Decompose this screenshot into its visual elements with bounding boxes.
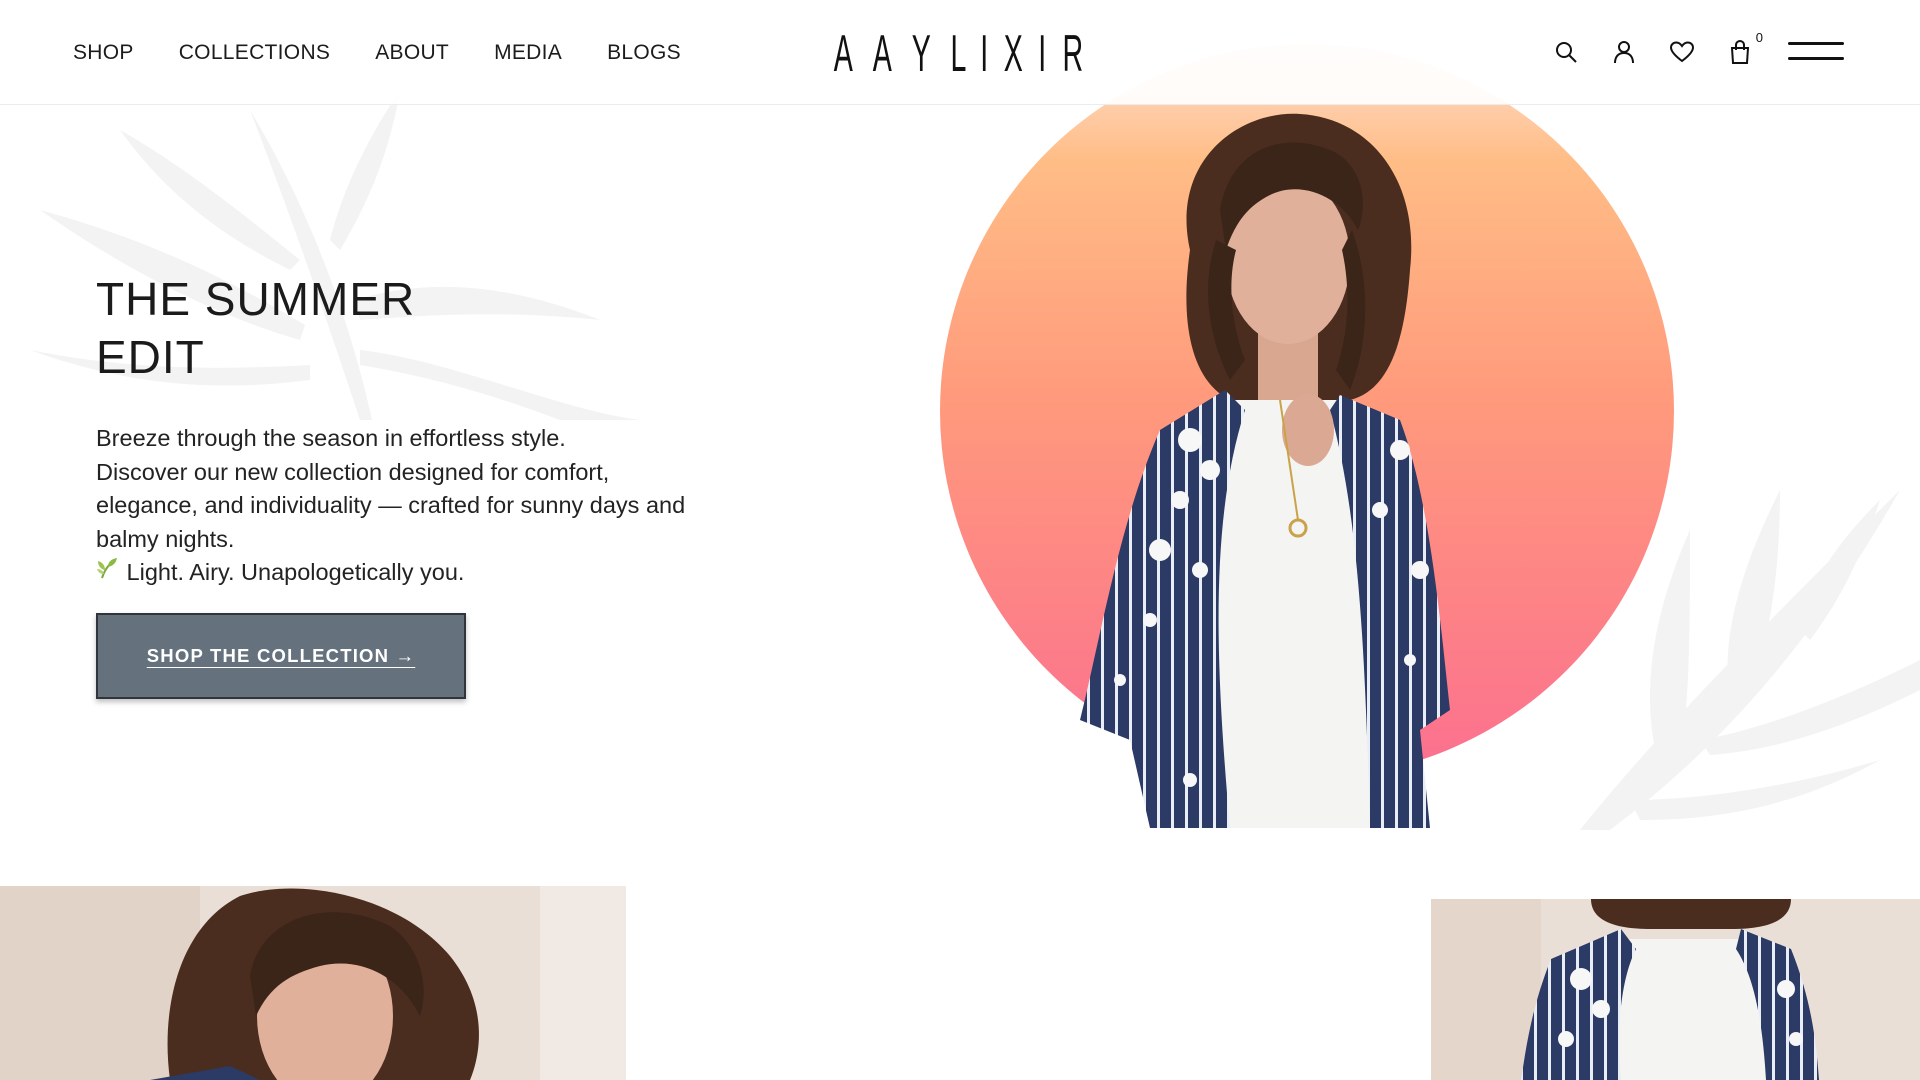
hero-description-line: balmy nights. [96, 525, 235, 552]
logo-letter: Y [912, 25, 932, 83]
hero-title: THE SUMMER EDIT [96, 270, 796, 386]
cart-count-badge: 0 [1755, 30, 1763, 45]
logo-letter: L [950, 25, 967, 83]
nav-media[interactable]: MEDIA [494, 41, 562, 65]
logo-letter: I [980, 25, 989, 83]
hero-description-line: Breeze through the season in effortless … [96, 425, 566, 451]
hero-content: THE SUMMER EDIT Breeze through the seaso… [96, 270, 796, 590]
shop-collection-label: SHOP THE COLLECTION → [146, 645, 416, 666]
hamburger-menu-icon[interactable] [1788, 40, 1844, 62]
logo-letter: A [873, 25, 893, 83]
hero-description: Breeze through the season in effortless … [96, 422, 796, 590]
hero-description-line: Discover our new collection designed for… [96, 458, 610, 485]
shop-collection-button[interactable]: SHOP THE COLLECTION → [96, 613, 466, 699]
hero-title-line: EDIT [96, 331, 205, 383]
model-portrait-photo [0, 886, 626, 1080]
product-tile-portrait[interactable] [0, 886, 626, 1080]
logo-letter: A [833, 25, 853, 83]
heart-icon[interactable] [1669, 39, 1695, 65]
brand-logo[interactable]: A A Y L I X I R [826, 26, 1092, 82]
product-tile-kimono[interactable] [1431, 899, 1920, 1080]
hero-tagline-text: Light. Airy. Unapologetically you. [126, 559, 465, 585]
user-icon[interactable] [1611, 39, 1637, 65]
nav-about[interactable]: ABOUT [375, 41, 449, 65]
hero-title-line: THE SUMMER [96, 273, 416, 325]
nav-blogs[interactable]: BLOGS [607, 41, 681, 65]
main-nav: SHOP COLLECTIONS ABOUT MEDIA BLOGS [73, 0, 681, 105]
nav-collections[interactable]: COLLECTIONS [179, 41, 331, 65]
site-header: SHOP COLLECTIONS ABOUT MEDIA BLOGS A A Y… [0, 0, 1920, 105]
logo-letter: I [1038, 25, 1047, 83]
logo-letter: R [1062, 25, 1084, 83]
hero-tagline: Light. Airy. Unapologetically you. [96, 556, 796, 590]
hero-description-line: elegance, and individuality — crafted fo… [96, 492, 686, 518]
shopping-bag-icon[interactable]: 0 [1727, 30, 1763, 65]
logo-letter: X [1003, 25, 1024, 83]
model-kimono-photo [1431, 899, 1920, 1080]
nav-shop[interactable]: SHOP [73, 41, 134, 65]
search-icon[interactable] [1553, 39, 1579, 65]
header-actions: 0 [1553, 30, 1763, 72]
hero-model-image [1080, 113, 1450, 828]
sprout-icon [97, 558, 117, 579]
